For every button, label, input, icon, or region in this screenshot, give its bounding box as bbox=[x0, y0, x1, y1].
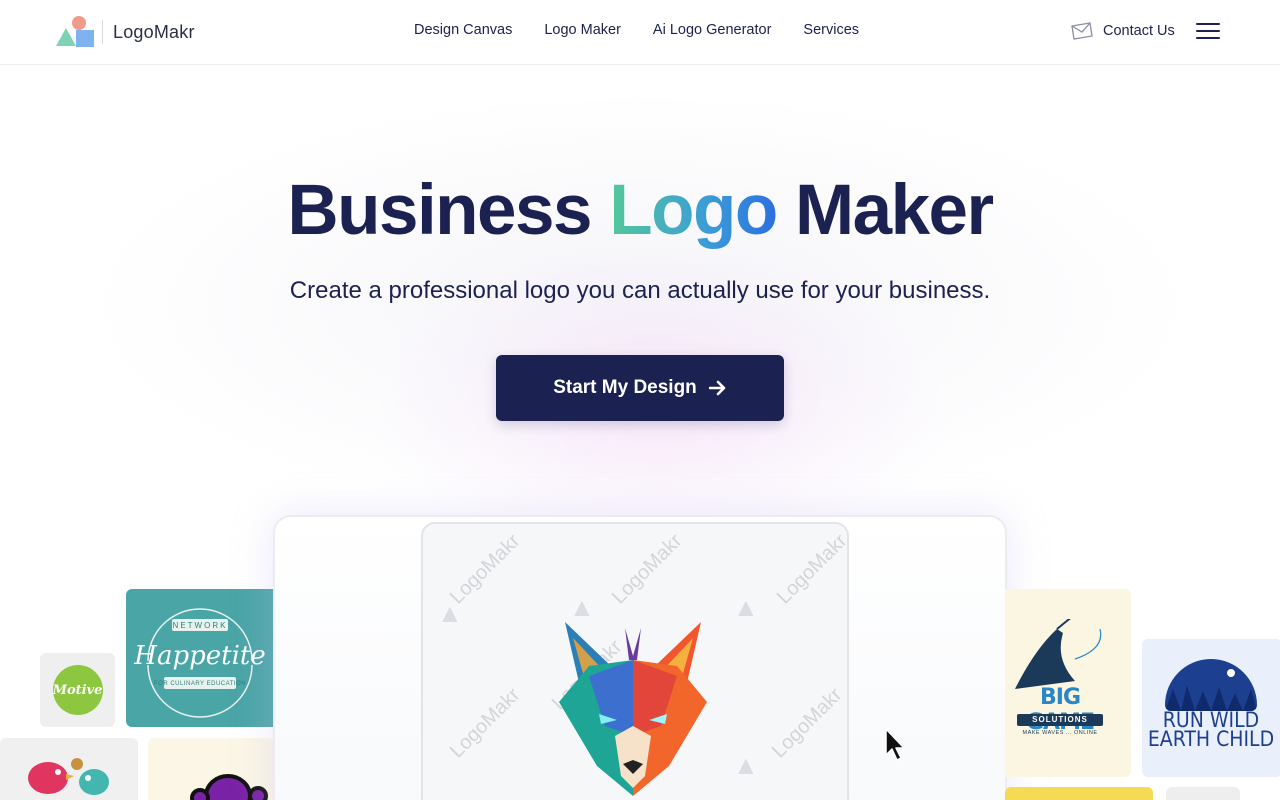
design-canvas-preview[interactable]: LogoMakr LogoMakr LogoMakr LogoMakr Logo… bbox=[421, 522, 849, 800]
contact-us-label: Contact Us bbox=[1103, 23, 1175, 39]
example-logo-yellow[interactable] bbox=[1005, 787, 1153, 800]
shapes-logo-icon bbox=[56, 16, 96, 48]
brand-name: LogoMakr bbox=[113, 21, 195, 42]
site-header: LogoMakr Design Canvas Logo Maker Ai Log… bbox=[0, 0, 1280, 65]
fox-logo-image bbox=[559, 622, 707, 796]
brand-divider bbox=[102, 20, 103, 44]
hamburger-menu-icon[interactable] bbox=[1196, 23, 1220, 41]
example-logo-happetite[interactable]: NETWORK Happetite FOR CULINARY EDUCATION bbox=[126, 589, 274, 727]
example-logo-birds[interactable] bbox=[0, 738, 138, 800]
arrow-right-icon bbox=[708, 380, 726, 396]
watermark-shape-icon: ▲ bbox=[733, 592, 759, 622]
nav-ai-logo-generator[interactable]: Ai Logo Generator bbox=[653, 22, 772, 38]
hero-background-glow bbox=[80, 90, 1200, 520]
mouse-cursor-icon bbox=[885, 728, 905, 761]
example-logo-run-wild[interactable]: RUN WILD EARTH CHILD bbox=[1142, 639, 1280, 777]
brand-logo[interactable]: LogoMakr bbox=[56, 16, 195, 48]
envelope-icon bbox=[1071, 22, 1093, 40]
nav-services[interactable]: Services bbox=[803, 22, 859, 38]
nav-design-canvas[interactable]: Design Canvas bbox=[414, 22, 512, 38]
hero-subtitle: Create a professional logo you can actua… bbox=[289, 277, 991, 304]
watermark-shape-icon: ▲ bbox=[733, 750, 759, 780]
main-nav: Design Canvas Logo Maker Ai Logo Generat… bbox=[414, 22, 859, 38]
hero-title: Business Logo Maker bbox=[287, 171, 994, 250]
example-logo-octopus[interactable] bbox=[148, 738, 274, 800]
start-my-design-button[interactable]: Start My Design bbox=[496, 355, 784, 421]
start-my-design-label: Start My Design bbox=[553, 377, 697, 398]
contact-us-link[interactable]: Contact Us bbox=[1070, 22, 1175, 40]
example-logo-motive[interactable]: Motive bbox=[40, 653, 115, 727]
nav-logo-maker[interactable]: Logo Maker bbox=[544, 22, 621, 38]
watermark-shape-icon: ▲ bbox=[437, 598, 463, 628]
hero-title-accent: Logo bbox=[609, 171, 778, 250]
example-logo-grey[interactable] bbox=[1166, 787, 1240, 800]
example-logo-big-game[interactable]: BIG GAME SOLUTIONS MAKE WAVES ... ONLINE bbox=[1005, 589, 1131, 777]
